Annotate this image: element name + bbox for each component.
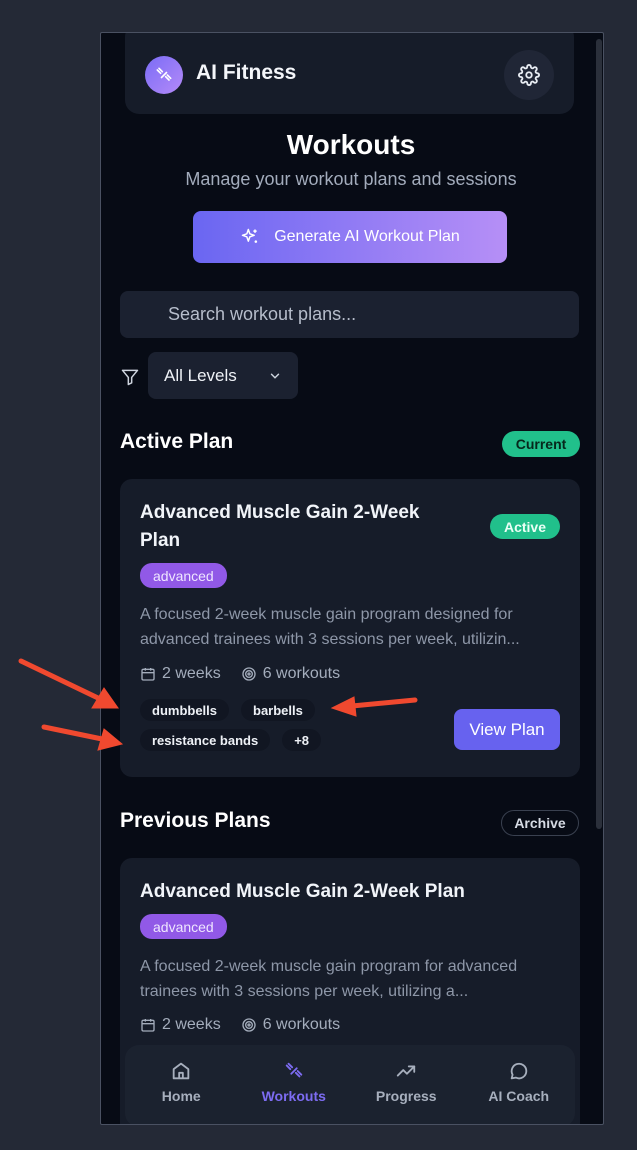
app-header: AI Fitness (125, 33, 574, 114)
nav-item-progress[interactable]: Progress (361, 1060, 451, 1104)
active-status-badge: Active (490, 514, 560, 539)
workouts-meta: 6 workouts (241, 1016, 340, 1034)
phone-screen: AI Fitness Workouts Manage your workout … (100, 32, 604, 1125)
plan-meta: 2 weeks 6 workouts (140, 1016, 340, 1034)
workouts-meta: 6 workouts (241, 665, 340, 683)
active-plan-title-line1: Advanced Muscle Gain 2-Week (140, 502, 420, 523)
nav-item-home[interactable]: Home (136, 1060, 226, 1104)
generate-button-label: Generate AI Workout Plan (274, 228, 460, 245)
active-plan-card: Advanced Muscle Gain 2-Week Plan Active … (120, 479, 580, 777)
chevron-down-icon (270, 373, 280, 379)
app-title: AI Fitness (196, 61, 297, 84)
page-subtitle: Manage your workout plans and sessions (185, 169, 517, 189)
bottom-nav: Home Workouts Progress AI Coach (125, 1045, 575, 1124)
sparkles-icon (241, 228, 258, 243)
nav-label: Workouts (261, 1088, 326, 1104)
active-plan-title-line2: Plan (140, 530, 181, 551)
calendar-icon (141, 668, 155, 681)
nav-label: AI Coach (488, 1088, 550, 1104)
equipment-tag: resistance bands (140, 729, 271, 751)
nav-label: Progress (375, 1088, 437, 1104)
level-filter-value: All Levels (164, 365, 237, 385)
previous-plan-title: Advanced Muscle Gain 2-Week Plan (140, 881, 465, 902)
annotation-arrow (41, 724, 105, 742)
description-line1: A focused 2-week muscle gain program des… (140, 606, 513, 623)
dumbbell-icon (285, 1062, 302, 1078)
duration-text: 2 weeks (162, 665, 221, 682)
calendar-icon (141, 1019, 155, 1032)
app-logo-icon (145, 56, 183, 94)
page-title: Workouts (286, 129, 416, 160)
duration-meta: 2 weeks (140, 665, 221, 683)
level-filter-select[interactable]: All Levels (148, 352, 298, 399)
plan-description: A focused 2-week muscle gain program for… (140, 954, 565, 1004)
more-tags-count: +8 (282, 729, 322, 751)
archive-badge: Archive (501, 810, 579, 836)
target-icon (242, 667, 256, 681)
plan-description: A focused 2-week muscle gain program des… (140, 602, 565, 652)
generate-ai-plan-button[interactable]: Generate AI Workout Plan (193, 211, 507, 263)
workouts-count: 6 workouts (262, 665, 341, 682)
plan-meta: 2 weeks 6 workouts (140, 665, 340, 683)
description-line1: A focused 2-week muscle gain program for… (140, 958, 518, 975)
duration-meta: 2 weeks (140, 1016, 221, 1034)
active-plan-title: Advanced Muscle Gain 2-Week Plan (140, 499, 419, 555)
chat-bubble-icon (510, 1062, 527, 1080)
duration-text: 2 weeks (162, 1016, 221, 1033)
equipment-tag: barbells (241, 699, 315, 721)
active-plan-heading: Active Plan (120, 430, 234, 453)
workouts-count: 6 workouts (262, 1016, 341, 1033)
equipment-tags: dumbbells barbells resistance bands +8 (140, 699, 400, 751)
nav-item-workouts[interactable]: Workouts (249, 1060, 339, 1104)
target-icon (242, 1018, 256, 1032)
level-tag: advanced (140, 563, 227, 588)
trending-up-icon (397, 1065, 416, 1077)
view-plan-button[interactable]: View Plan (454, 709, 560, 750)
search-placeholder: Search workout plans... (168, 304, 357, 324)
filter-icon (121, 369, 139, 386)
search-input[interactable]: Search workout plans... (120, 291, 579, 338)
level-tag: advanced (140, 914, 227, 939)
equipment-tag: dumbbells (140, 699, 230, 721)
home-icon (173, 1062, 190, 1080)
gear-icon (518, 64, 540, 86)
nav-label: Home (161, 1088, 201, 1104)
settings-button[interactable] (504, 50, 554, 100)
annotation-arrow (18, 658, 101, 701)
current-badge: Current (502, 431, 580, 457)
previous-plans-heading: Previous Plans (120, 809, 271, 832)
description-line2: trainees with 3 sessions per week, utili… (140, 983, 469, 1000)
description-line2: advanced trainees with 3 sessions per we… (140, 631, 520, 648)
nav-item-ai-coach[interactable]: AI Coach (474, 1060, 564, 1104)
